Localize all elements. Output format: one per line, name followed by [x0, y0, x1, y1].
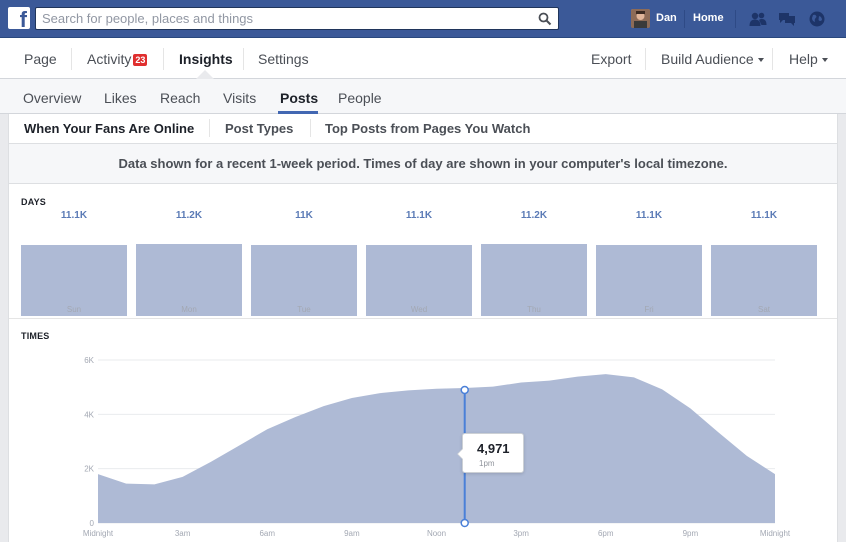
- tooltip-time: 1pm: [479, 459, 495, 468]
- highlight-point: [460, 385, 469, 395]
- facebook-logo-icon[interactable]: f: [8, 7, 30, 29]
- tab-visits[interactable]: Visits: [223, 90, 256, 106]
- nav-divider: [243, 48, 244, 70]
- x-tick-label: 9am: [344, 529, 360, 538]
- nav-divider: [772, 48, 773, 70]
- topbar-divider: [684, 10, 685, 28]
- avatar[interactable]: [631, 9, 650, 28]
- topbar-divider: [735, 10, 736, 28]
- nav-divider: [645, 48, 646, 70]
- insights-panel: DAYS 11.1K Sun 11.2K Mon 11K Tue 11.1K Wed 11.2K…: [8, 184, 838, 542]
- tab-top-posts[interactable]: Top Posts from Pages You Watch: [325, 121, 530, 136]
- x-tick-label: 9pm: [683, 529, 699, 538]
- tab-people[interactable]: People: [338, 90, 382, 106]
- nav-page[interactable]: Page: [24, 51, 57, 67]
- home-link[interactable]: Home: [693, 12, 724, 24]
- timezone-notice: Data shown for a recent 1-week period. T…: [8, 144, 838, 184]
- y-tick-label: 6K: [84, 356, 94, 365]
- friend-requests-icon[interactable]: [749, 11, 767, 27]
- day-column-tue[interactable]: 11K Tue: [251, 208, 357, 318]
- chevron-down-icon: [757, 58, 764, 62]
- tooltip-value: 4,971: [477, 441, 510, 456]
- export-button[interactable]: Export: [591, 51, 631, 67]
- area-series: [98, 374, 775, 523]
- x-tick-label: 6pm: [598, 529, 614, 538]
- y-tick-label: 2K: [84, 465, 94, 474]
- y-tick-label: 4K: [84, 410, 94, 419]
- x-tick-label: 6am: [259, 529, 275, 538]
- tab-likes[interactable]: Likes: [104, 90, 137, 106]
- section-divider: [9, 318, 837, 319]
- highlight-base-point: [460, 518, 469, 528]
- activity-count-badge: 23: [133, 54, 148, 66]
- search-box[interactable]: [35, 7, 559, 30]
- tooltip-notch: [458, 448, 464, 460]
- day-column-fri[interactable]: 11.1K Fri: [596, 208, 702, 318]
- chart-tooltip: 4,971 1pm: [457, 433, 524, 473]
- day-value-label: 11.2K: [175, 210, 203, 221]
- day-column-sun[interactable]: 11.1K Sun: [21, 208, 127, 318]
- x-tick-label: Midnight: [760, 529, 791, 538]
- nav-insights[interactable]: Insights: [179, 51, 233, 67]
- help-label: Help: [789, 51, 818, 67]
- tab-divider: [310, 119, 311, 137]
- day-column-wed[interactable]: 11.1K Wed: [366, 208, 472, 318]
- times-chart[interactable]: 0 2K 4K 6K Midnight 3am 6am 9am Noon 3pm 6pm 9pm Mid…: [9, 344, 837, 542]
- day-label: Fri: [644, 305, 654, 314]
- insights-tabs: Overview Likes Reach Visits Posts People: [0, 79, 846, 114]
- day-value-label: 11.2K: [520, 210, 548, 221]
- build-audience-label: Build Audience: [661, 51, 754, 67]
- tab-when-fans-online[interactable]: When Your Fans Are Online: [24, 121, 194, 136]
- day-value-label: 11K: [295, 210, 313, 221]
- tab-reach[interactable]: Reach: [160, 90, 200, 106]
- x-tick-label: 3am: [175, 529, 191, 538]
- nav-activity-label: Activity: [87, 51, 132, 67]
- messages-icon[interactable]: [778, 11, 796, 27]
- help-dropdown[interactable]: Help: [789, 51, 828, 67]
- day-value-label: 11.1K: [60, 210, 88, 221]
- page-nav: Page Activity 23 Insights Settings Export…: [0, 38, 846, 79]
- tab-posts[interactable]: Posts: [280, 90, 318, 106]
- y-tick-label: 0: [90, 519, 95, 528]
- search-input[interactable]: [36, 8, 526, 29]
- notifications-globe-icon[interactable]: [808, 11, 826, 27]
- day-value-label: 11.1K: [750, 210, 778, 221]
- day-column-sat[interactable]: 11.1K Sat: [711, 208, 817, 318]
- posts-tabs: When Your Fans Are Online Post Types Top…: [8, 114, 838, 144]
- day-label: Sat: [757, 305, 770, 314]
- day-label: Sun: [66, 305, 82, 314]
- user-name-link[interactable]: Dan: [656, 12, 677, 24]
- nav-settings[interactable]: Settings: [258, 51, 309, 67]
- tab-post-types[interactable]: Post Types: [225, 121, 293, 136]
- day-column-thu[interactable]: 11.2K Thu: [481, 208, 587, 318]
- search-icon[interactable]: [538, 12, 552, 26]
- day-column-mon[interactable]: 11.2K Mon: [136, 208, 242, 318]
- top-bar: f Dan Home: [0, 0, 846, 38]
- days-section-label: DAYS: [21, 197, 46, 207]
- nav-activity[interactable]: Activity 23: [87, 51, 148, 67]
- times-section-label: TIMES: [21, 331, 50, 341]
- day-value-label: 11.1K: [635, 210, 663, 221]
- chevron-down-icon: [821, 58, 828, 62]
- x-tick-label: Midnight: [83, 529, 114, 538]
- nav-divider: [71, 48, 72, 70]
- day-label: Tue: [297, 305, 311, 314]
- build-audience-dropdown[interactable]: Build Audience: [661, 51, 764, 67]
- day-label: Wed: [410, 305, 428, 314]
- x-tick-label: Noon: [427, 529, 446, 538]
- nav-pointer: [196, 70, 214, 79]
- day-value-label: 11.1K: [405, 210, 433, 221]
- tab-divider: [209, 119, 210, 137]
- tab-overview[interactable]: Overview: [23, 90, 81, 106]
- day-label: Thu: [527, 305, 541, 314]
- day-label: Mon: [181, 305, 197, 314]
- x-tick-label: 3pm: [513, 529, 529, 538]
- nav-divider: [163, 48, 164, 70]
